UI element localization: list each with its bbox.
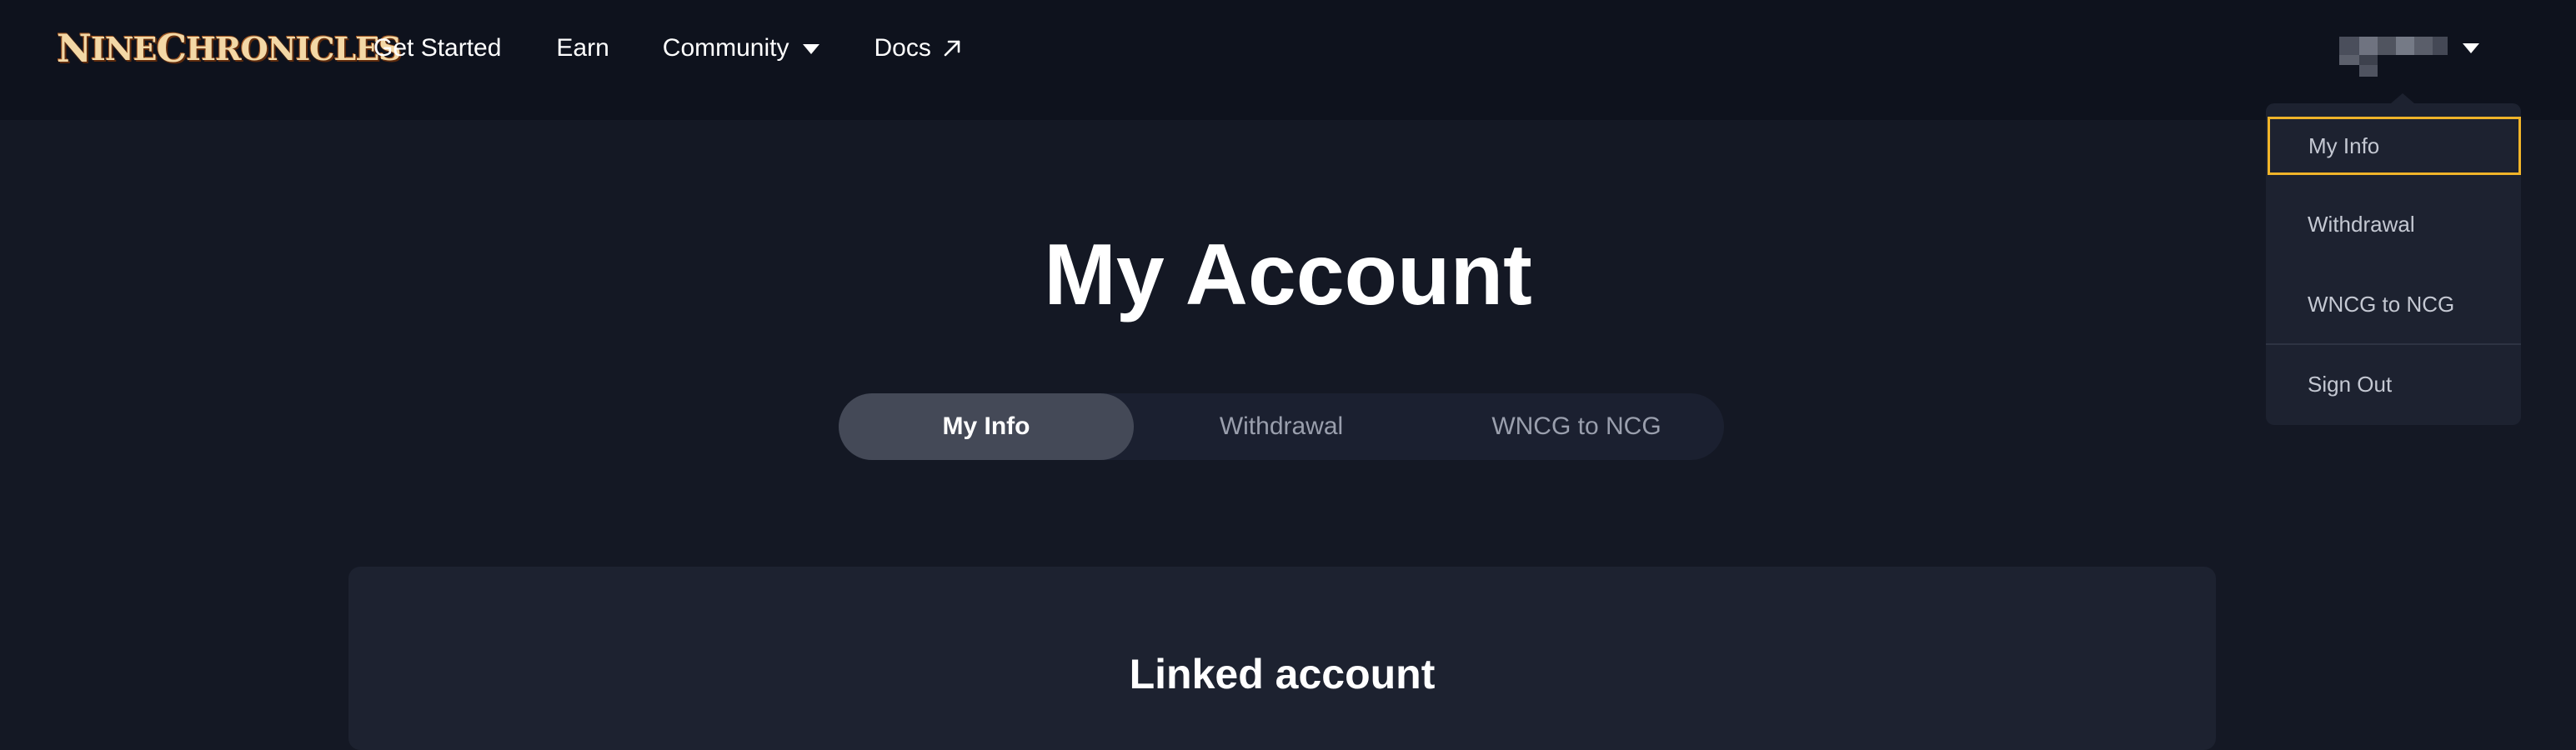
tab-wncg-to-ncg[interactable]: WNCG to NCG [1429,393,1724,460]
dropdown-item-my-info[interactable]: My Info [2268,117,2521,175]
tab-label: My Info [942,412,1030,440]
main-nav: Get Started Earn Community Docs [373,25,961,72]
nav-get-started[interactable]: Get Started [373,34,501,62]
tab-withdrawal[interactable]: Withdrawal [1134,393,1429,460]
logo-letter-c: C [156,26,188,71]
external-link-icon [944,40,960,57]
logo-letter-n: N [57,26,92,71]
logo-text-hronicles: HRONICLES [186,29,401,68]
dropdown-item-label: My Info [2308,132,2380,158]
nine-chronicles-logo[interactable]: N INE C HRONICLES [57,25,402,72]
card-title: Linked account [1129,651,1436,698]
chevron-down-icon [2463,43,2479,53]
account-tabs: My Info Withdrawal WNCG to NCG [839,393,1724,460]
top-header: N INE C HRONICLES Get Started Earn Communi… [0,0,2576,120]
tab-my-info[interactable]: My Info [839,393,1134,460]
nav-community[interactable]: Community [663,34,819,62]
page-title: My Account [1044,227,1532,323]
tab-label: Withdrawal [1219,412,1344,440]
nav-community-label: Community [662,34,789,62]
avatar [2339,37,2448,77]
nav-get-started-label: Get Started [373,34,502,62]
nav-earn[interactable]: Earn [556,34,609,62]
chevron-down-icon [802,44,819,54]
nav-docs-label: Docs [874,34,931,62]
dropdown-divider [2266,343,2521,345]
linked-account-card: Linked account [348,567,2216,750]
nav-docs[interactable]: Docs [875,34,961,62]
account-menu-toggle[interactable] [2339,37,2479,77]
nav-earn-label: Earn [556,34,609,62]
logo-text-ine: INE [91,29,157,68]
dropdown-item-label: Sign Out [2308,371,2393,397]
dropdown-item-sign-out[interactable]: Sign Out [2266,355,2521,413]
tab-label: WNCG to NCG [1491,412,1661,440]
